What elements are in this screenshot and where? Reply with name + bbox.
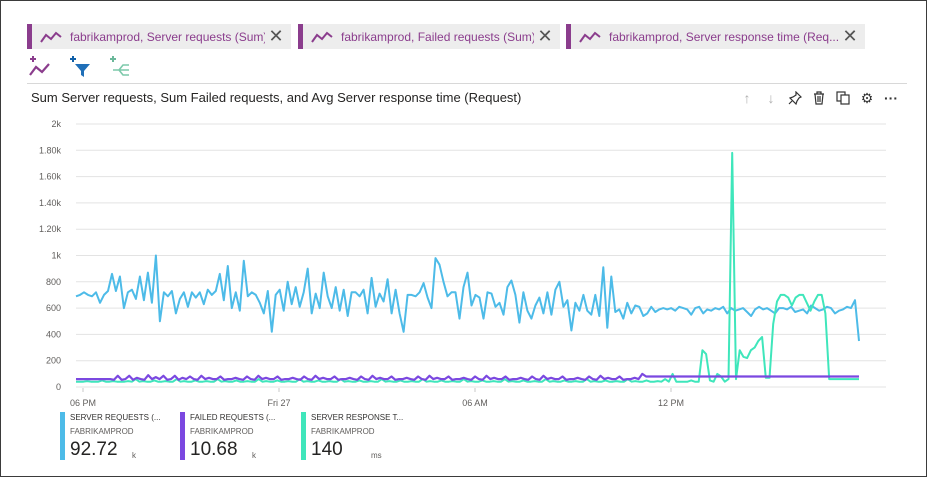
series-line-server-requests: [75, 254, 860, 342]
legend-value: 140: [311, 439, 343, 460]
metric-line-icon: [579, 31, 601, 43]
legend-color-swatch: [301, 412, 306, 460]
clone-icon[interactable]: [833, 88, 853, 108]
legend-resource-name: FABRIKAMPROD: [190, 427, 254, 436]
metrics-chart-panel: fabrikamprod, Server requests (Sum) ✕ fa…: [0, 0, 927, 477]
x-tick-label: Fri 27: [267, 398, 290, 408]
metric-line-icon: [40, 31, 62, 43]
legend-series-name: SERVER REQUESTS (...: [70, 413, 161, 422]
x-tick-label: 12 PM: [658, 398, 684, 408]
close-icon[interactable]: ✕: [534, 26, 556, 48]
y-axis-ticks: 0 200 400 600 800 1k 1.20k 1.40k 1.60k 1.80k 2k: [39, 119, 62, 392]
apply-splitting-icon: [110, 56, 129, 76]
chart-series: [75, 151, 860, 383]
metric-pill-server-requests[interactable]: fabrikamprod, Server requests (Sum) ✕: [27, 24, 291, 49]
x-tick-label: 06 AM: [462, 398, 488, 408]
metric-pill-server-response-time[interactable]: fabrikamprod, Server response time (Req.…: [566, 24, 865, 49]
add-filter-icon: [70, 56, 90, 77]
legend-resource-name: FABRIKAMPROD: [311, 427, 375, 436]
metric-pill-label: fabrikamprod, Server response time (Req.…: [609, 29, 839, 44]
more-icon[interactable]: ···: [881, 88, 901, 108]
legend-series-name: FAILED REQUESTS (...: [190, 413, 276, 422]
delete-icon[interactable]: [809, 88, 829, 108]
chart-grid: [76, 123, 886, 388]
move-up-icon[interactable]: ↑: [737, 88, 757, 108]
y-tick-label: 800: [46, 277, 61, 287]
chart-actions: ↑ ↓ ⚙ ···: [737, 88, 907, 108]
legend-item-server-response-time[interactable]: SERVER RESPONSE T... FABRIKAMPROD 140 ms: [301, 411, 421, 461]
add-metric-button[interactable]: [27, 54, 53, 80]
y-tick-label: 600: [46, 303, 61, 313]
close-icon[interactable]: ✕: [265, 26, 287, 48]
series-line-failed-requests: [76, 372, 859, 381]
settings-icon[interactable]: ⚙: [857, 88, 877, 108]
add-filter-button[interactable]: [67, 54, 93, 80]
y-tick-label: 1.60k: [39, 172, 62, 182]
legend-value: 10.68: [190, 439, 238, 460]
x-tick-label: 06 PM: [70, 398, 96, 408]
y-tick-label: 1.20k: [39, 224, 62, 234]
metric-line-icon: [311, 31, 333, 43]
move-down-icon[interactable]: ↓: [761, 88, 781, 108]
legend-item-failed-requests[interactable]: FAILED REQUESTS (... FABRIKAMPROD 10.68 …: [180, 411, 290, 461]
metric-pill-label: fabrikamprod, Server requests (Sum): [70, 29, 265, 44]
metric-pill-failed-requests[interactable]: fabrikamprod, Failed requests (Sum) ✕: [298, 24, 560, 49]
legend-value: 92.72: [70, 439, 118, 460]
metric-pill-label: fabrikamprod, Failed requests (Sum): [341, 29, 534, 44]
x-axis-ticks: 06 PM Fri 27 06 AM 12 PM: [70, 388, 684, 408]
y-tick-label: 1k: [51, 251, 61, 261]
legend-unit: k: [132, 451, 136, 460]
legend-resource-name: FABRIKAMPROD: [70, 427, 134, 436]
legend-unit: k: [252, 451, 256, 460]
legend-unit: ms: [371, 451, 382, 460]
legend-series-name: SERVER RESPONSE T...: [311, 413, 404, 422]
legend-item-server-requests[interactable]: SERVER REQUESTS (... FABRIKAMPROD 92.72 …: [60, 411, 170, 461]
legend-color-swatch: [60, 412, 65, 460]
apply-splitting-button[interactable]: [107, 54, 133, 80]
y-tick-label: 400: [46, 329, 61, 339]
pin-icon[interactable]: [785, 88, 805, 108]
y-tick-label: 2k: [51, 119, 61, 129]
y-tick-label: 0: [56, 382, 61, 392]
close-icon[interactable]: ✕: [839, 26, 861, 48]
y-tick-label: 1.80k: [39, 145, 62, 155]
series-line-server-response-time: [76, 151, 859, 383]
chart-header: Sum Server requests, Sum Failed requests…: [27, 83, 907, 112]
add-metric-icon: [29, 56, 50, 76]
y-tick-label: 200: [46, 356, 61, 366]
line-chart: 0 200 400 600 800 1k 1.20k 1.40k 1.60k 1.80k 2k 06…: [39, 119, 886, 408]
y-tick-label: 1.40k: [39, 198, 62, 208]
chart-title: Sum Server requests, Sum Failed requests…: [31, 90, 522, 105]
legend-color-swatch: [180, 412, 185, 460]
